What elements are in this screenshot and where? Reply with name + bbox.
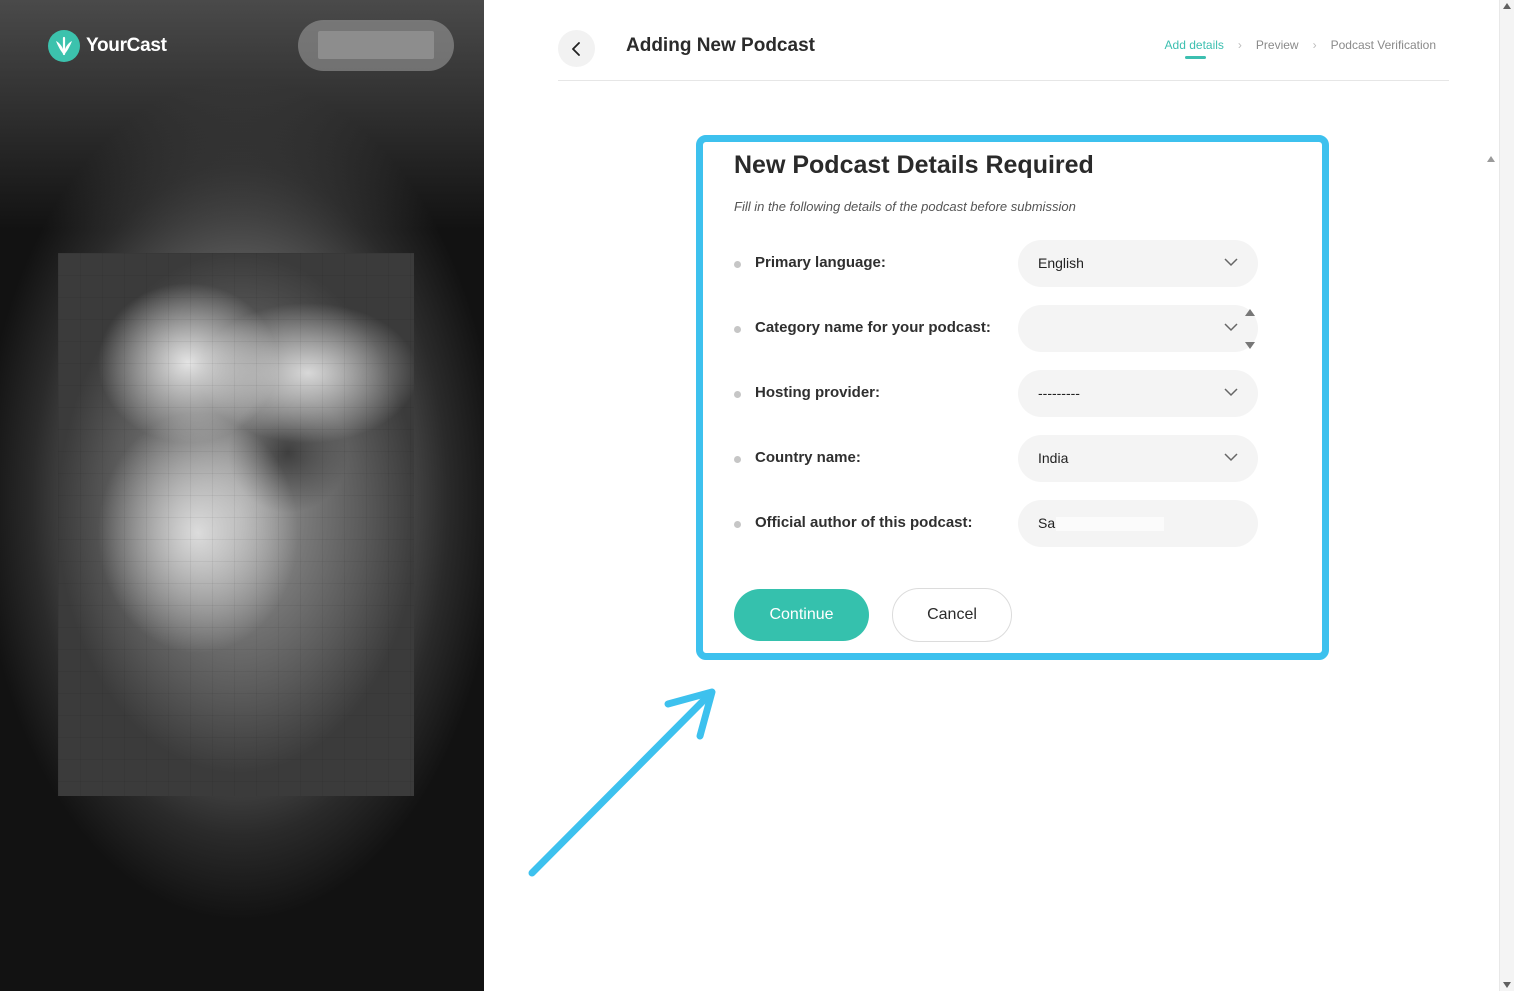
chevron-right-icon: ›	[1237, 38, 1242, 52]
annotation-arrow-icon	[528, 688, 716, 877]
scroll-indicator-icon	[1487, 156, 1495, 162]
step-add-details[interactable]: Add details	[1164, 38, 1224, 59]
scroll-up-icon[interactable]	[1503, 3, 1511, 9]
pixelation-overlay	[58, 253, 414, 796]
chevron-right-icon: ›	[1312, 38, 1317, 52]
back-button[interactable]	[558, 30, 595, 67]
scroll-down-icon[interactable]	[1503, 982, 1511, 988]
page-scrollbar[interactable]	[1499, 0, 1514, 991]
podcast-cover-image-pixelated	[58, 253, 414, 796]
active-step-indicator	[1184, 56, 1206, 59]
brand-name: YourCast	[86, 35, 167, 56]
step-label: Add details	[1164, 38, 1224, 52]
header-divider	[558, 80, 1449, 81]
user-account-pill[interactable]	[298, 20, 454, 71]
yourcast-logo-icon	[48, 30, 80, 62]
annotation-highlight-box	[696, 135, 1329, 660]
page: YourCast Adding New Podcast Add details …	[0, 0, 1514, 991]
step-podcast-verification[interactable]: Podcast Verification	[1331, 38, 1436, 52]
page-title: Adding New Podcast	[626, 35, 815, 56]
step-preview[interactable]: Preview	[1256, 38, 1299, 52]
brand-logo[interactable]: YourCast	[48, 30, 167, 62]
redacted-username	[318, 31, 434, 59]
left-cover-panel: YourCast	[0, 0, 484, 991]
chevron-left-icon	[571, 41, 580, 56]
progress-steps: Add details › Preview › Podcast Verifica…	[1164, 38, 1436, 59]
